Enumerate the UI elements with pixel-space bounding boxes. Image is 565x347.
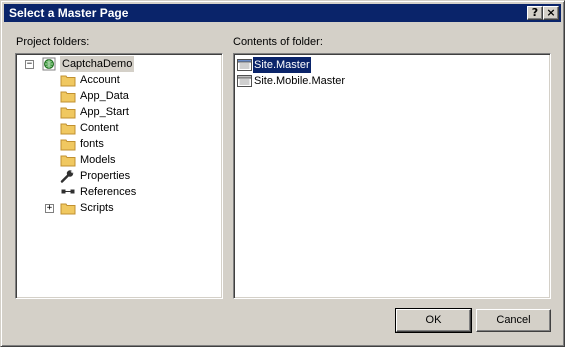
master-page-icon <box>237 75 253 88</box>
tree-item-label: Account <box>80 74 120 86</box>
collapse-icon[interactable]: − <box>25 60 34 69</box>
dialog-title: Select a Master Page <box>9 6 129 20</box>
folder-icon <box>60 105 76 119</box>
web-project-icon <box>42 57 58 71</box>
contents-of-folder-label: Contents of folder: <box>233 36 323 48</box>
file-item-label: Site.Mobile.Master <box>254 75 346 87</box>
close-icon: × <box>546 6 556 19</box>
tree-item-label: App_Data <box>80 90 129 102</box>
folder-icon <box>60 73 76 87</box>
close-button[interactable]: × <box>543 6 559 20</box>
ok-button[interactable]: OK <box>395 308 472 333</box>
tree-item-label: References <box>80 186 137 198</box>
project-folders-label: Project folders: <box>16 36 90 48</box>
tree-item-label: Models <box>80 154 116 166</box>
folder-icon <box>60 201 76 215</box>
references-icon <box>60 185 76 199</box>
title-bar[interactable]: Select a Master Page ? × <box>4 4 561 22</box>
tree-item-scripts[interactable]: + Scripts <box>44 200 204 216</box>
expand-icon[interactable]: + <box>45 204 54 213</box>
folder-icon <box>60 153 76 167</box>
master-page-dialog: Select a Master Page ? × Project folders… <box>0 0 565 347</box>
master-page-icon <box>237 59 253 72</box>
help-icon: ? <box>531 6 539 19</box>
cancel-button[interactable]: Cancel <box>476 309 551 332</box>
tree-item-label: Content <box>80 122 119 134</box>
tree-item-label: Properties <box>80 170 131 182</box>
project-folders-tree[interactable]: − CaptchaDemo Account App_Data App_Start… <box>15 53 223 299</box>
tree-item-label: App_Start <box>80 106 129 118</box>
folder-icon <box>60 121 76 135</box>
wrench-icon <box>60 169 76 183</box>
tree-item-label: fonts <box>80 138 104 150</box>
folder-icon <box>60 89 76 103</box>
tree-item-label: Scripts <box>80 202 114 214</box>
folder-contents-list[interactable]: Site.Master Site.Mobile.Master <box>233 53 551 299</box>
tree-item-label: CaptchaDemo <box>60 56 135 72</box>
help-button[interactable]: ? <box>527 6 543 20</box>
folder-icon <box>60 137 76 151</box>
tree-item-captchademo[interactable]: − CaptchaDemo <box>22 56 212 72</box>
file-item-label: Site.Master <box>252 56 312 74</box>
